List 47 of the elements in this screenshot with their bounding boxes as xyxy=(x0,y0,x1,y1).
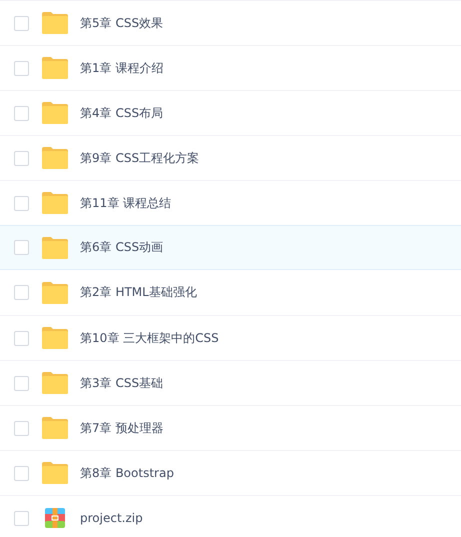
checkbox[interactable] xyxy=(14,510,29,526)
file-name[interactable]: 第9章 CSS工程化方案 xyxy=(80,150,200,166)
folder-icon xyxy=(42,236,68,258)
file-row[interactable]: 第4章 CSS布局 xyxy=(0,90,461,135)
file-name[interactable]: 第1章 课程介绍 xyxy=(80,60,164,76)
file-row[interactable]: project.zip xyxy=(0,495,461,537)
file-row[interactable]: 第8章 Bootstrap xyxy=(0,450,461,495)
file-name[interactable]: 第6章 CSS动画 xyxy=(80,239,164,256)
file-name[interactable]: 第10章 三大框架中的CSS xyxy=(80,330,219,346)
checkbox[interactable] xyxy=(14,285,29,300)
folder-icon xyxy=(42,102,68,124)
checkbox[interactable] xyxy=(14,466,29,480)
checkbox[interactable] xyxy=(14,330,29,346)
file-row[interactable]: 第10章 三大框架中的CSS xyxy=(0,315,461,360)
file-name[interactable]: 第4章 CSS布局 xyxy=(80,104,164,122)
file-row[interactable]: 第3章 CSS基础 xyxy=(0,360,461,405)
file-row[interactable]: 第2章 HTML基础强化 xyxy=(0,270,461,315)
file-row[interactable]: 第5章 CSS效果 xyxy=(0,0,461,45)
checkbox[interactable] xyxy=(14,240,29,255)
file-name[interactable]: 第2章 HTML基础强化 xyxy=(80,284,197,301)
file-name[interactable]: 第3章 CSS基础 xyxy=(80,374,164,392)
folder-icon xyxy=(42,462,68,484)
folder-icon xyxy=(42,192,68,214)
checkbox[interactable] xyxy=(14,376,29,390)
checkbox[interactable] xyxy=(14,106,29,120)
checkbox[interactable] xyxy=(14,196,29,210)
folder-icon xyxy=(42,147,68,169)
archive-icon xyxy=(45,508,65,528)
checkbox[interactable] xyxy=(14,150,29,166)
folder-icon xyxy=(42,12,68,34)
folder-icon xyxy=(42,57,68,79)
file-name[interactable]: 第5章 CSS效果 xyxy=(80,14,164,32)
folder-icon xyxy=(42,417,68,439)
file-row[interactable]: 第9章 CSS工程化方案 xyxy=(0,135,461,180)
file-name[interactable]: project.zip xyxy=(80,511,143,525)
folder-icon xyxy=(42,282,68,304)
file-name[interactable]: 第8章 Bootstrap xyxy=(80,464,174,482)
checkbox[interactable] xyxy=(14,60,29,76)
file-name[interactable]: 第11章 课程总结 xyxy=(80,194,172,212)
file-row[interactable]: 第6章 CSS动画 xyxy=(0,225,461,270)
folder-icon xyxy=(42,372,68,394)
checkbox[interactable] xyxy=(14,16,29,30)
file-name[interactable]: 第7章 预处理器 xyxy=(80,420,164,436)
file-row[interactable]: 第7章 预处理器 xyxy=(0,405,461,450)
checkbox[interactable] xyxy=(14,420,29,436)
file-row[interactable]: 第1章 课程介绍 xyxy=(0,45,461,90)
folder-icon xyxy=(42,327,68,349)
